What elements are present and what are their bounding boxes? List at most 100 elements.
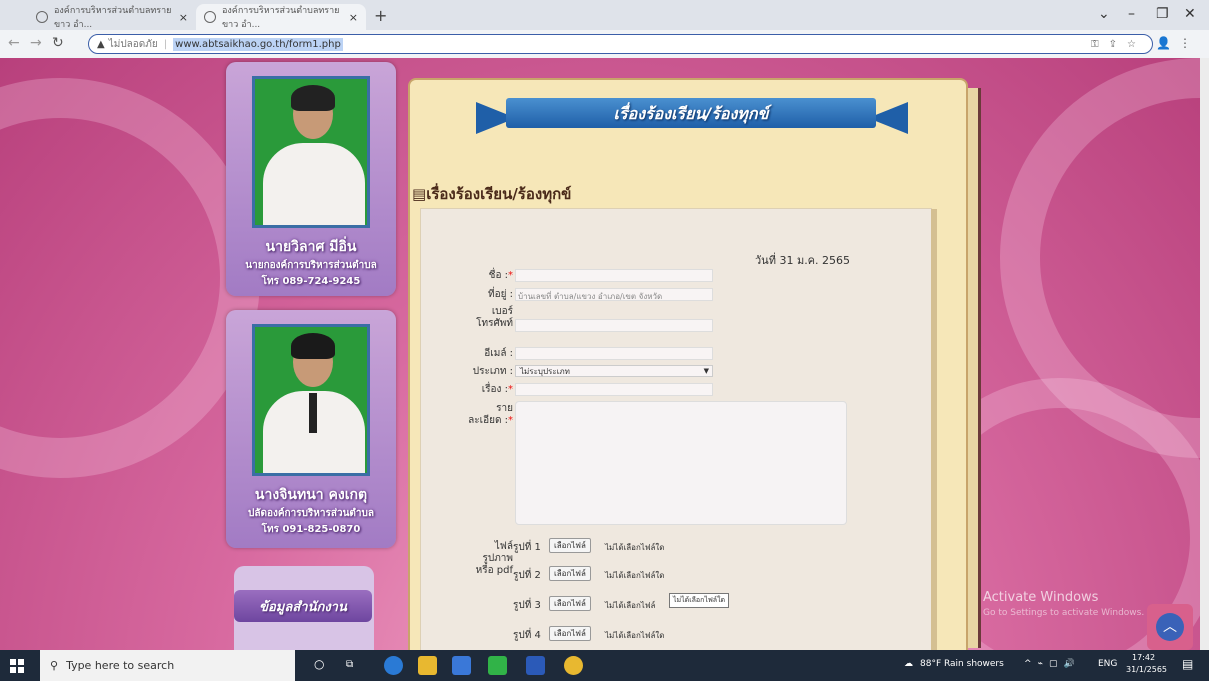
task-view-icon[interactable]: ⧉: [346, 659, 353, 670]
browser-tab-active[interactable]: องค์การบริหารส่วนตำบลทรายขาว อำ... ×: [196, 4, 366, 30]
email-label: อีเมล์ :: [484, 348, 513, 359]
official-card: นายวิลาศ มีอิ่น นายกองค์การบริหารส่วนตำบ…: [226, 62, 396, 296]
scroll-to-top-button[interactable]: ︿: [1147, 604, 1193, 650]
weather-text[interactable]: 88°F Rain showers: [920, 659, 1004, 669]
edge-icon[interactable]: [384, 656, 403, 675]
taskbar-search[interactable]: ⚲ Type here to search: [40, 650, 295, 681]
page-scrollbar[interactable]: [1200, 58, 1209, 650]
info-banner[interactable]: ข้อมูลสำนักงาน: [234, 590, 372, 622]
type-label: ประเภท :: [472, 366, 513, 377]
file-row-label: รูปที่ 1: [513, 542, 541, 553]
address-bar-row: ← → ↻ ▲ ไม่ปลอดภัย | www.abtsaikhao.go.t…: [0, 30, 1209, 59]
main-content: เรื่องร้องเรียน/ร้องทุกข์ ▤เรื่องร้องเรี…: [408, 78, 968, 650]
system-tray-icons[interactable]: ^⌁▢🔊: [1024, 659, 1081, 669]
official-phone: โทร 089-724-9245: [261, 276, 361, 287]
official-card: นางจินทนา คงเกตุ ปลัดองค์การบริหารส่วนตำ…: [226, 310, 396, 548]
omnibox[interactable]: ▲ ไม่ปลอดภัย | www.abtsaikhao.go.th/form…: [88, 34, 1153, 54]
search-placeholder: Type here to search: [66, 659, 175, 672]
minimize-icon[interactable]: –: [1128, 6, 1135, 22]
info-menu-card[interactable]: ข้อมูลสำนักงาน: [234, 566, 374, 650]
globe-icon: [204, 11, 216, 23]
phone-input[interactable]: [515, 319, 713, 332]
subject-input[interactable]: [515, 383, 713, 396]
clock-time[interactable]: 17:42: [1132, 653, 1155, 662]
official-photo: [252, 76, 370, 228]
complaint-form: วันที่ 31 ม.ค. 2565 ชื่อ :* ที่อยู่ : บ้…: [420, 208, 937, 650]
choose-file-button[interactable]: เลือกไฟล์: [549, 596, 591, 611]
ribbon-title: เรื่องร้องเรียน/ร้องทุกข์: [613, 104, 769, 123]
address-placeholder: บ้านเลขที่ ตำบล/แขวง อำเภอ/เขต จังหวัด: [518, 292, 663, 301]
activate-windows-watermark: Activate Windows: [983, 590, 1099, 605]
official-title: ปลัดองค์การบริหารส่วนตำบล: [247, 508, 375, 519]
word-icon[interactable]: [526, 656, 545, 675]
phone-label-line2: โทรศัพท์: [476, 318, 513, 329]
new-tab-button[interactable]: +: [374, 6, 387, 25]
activate-windows-subtext: Go to Settings to activate Windows.: [983, 608, 1145, 618]
windows-taskbar: ⚲ Type here to search ○ ⧉ ☁ 88°F Rain sh…: [0, 650, 1209, 681]
detail-textarea[interactable]: [515, 401, 847, 525]
title-ribbon: เรื่องร้องเรียน/ร้องทุกข์: [476, 94, 908, 134]
web-page: นายวิลาศ มีอิ่น นายกองค์การบริหารส่วนตำบ…: [0, 58, 1200, 650]
choose-file-button[interactable]: เลือกไฟล์: [549, 566, 591, 581]
language-indicator[interactable]: ENG: [1098, 659, 1117, 669]
close-tab-icon[interactable]: ×: [179, 11, 188, 24]
back-icon[interactable]: ←: [8, 35, 20, 51]
official-phone: โทร 091-825-0870: [261, 524, 361, 535]
file-status: ไม่ได้เลือกไฟล์ใด: [605, 571, 665, 580]
clock-date[interactable]: 31/1/2565: [1126, 665, 1167, 674]
official-photo: [252, 324, 370, 476]
detail-label-line2: ละเอียด :*: [468, 415, 513, 426]
omnibox-actions-icon[interactable]: ⚿⇪☆: [1091, 39, 1146, 50]
choose-file-button[interactable]: เลือกไฟล์: [549, 626, 591, 641]
cortana-icon[interactable]: ○: [314, 657, 324, 671]
chevron-up-icon: ︿: [1156, 613, 1184, 641]
maximize-icon[interactable]: ❐: [1156, 6, 1169, 22]
file-row-label: รูปที่ 4: [513, 630, 541, 641]
browser-tab-strip: องค์การบริหารส่วนตำบลทรายขาว อำ... × องค…: [0, 0, 1209, 30]
email-input[interactable]: [515, 347, 713, 360]
official-name: นางจินทนา คงเกตุ: [254, 487, 368, 503]
file-row-label: รูปที่ 3: [513, 600, 541, 611]
weather-icon[interactable]: ☁: [904, 659, 913, 669]
page-icon: ▤: [412, 185, 427, 203]
store-icon[interactable]: [452, 656, 471, 675]
file-row-label: รูปที่ 2: [513, 570, 541, 581]
chrome-icon[interactable]: [564, 656, 583, 675]
name-input[interactable]: [515, 269, 713, 282]
profile-menu-icon[interactable]: 👤⋮: [1156, 36, 1199, 50]
type-select[interactable]: ไม่ระบุประเภท ▼: [515, 365, 713, 377]
subject-label: เรื่อง :*: [481, 384, 513, 395]
official-name: นายวิลาศ มีอิ่น: [265, 239, 357, 255]
search-icon: ⚲: [50, 659, 59, 672]
file-tooltip: ไม่ได้เลือกไฟล์ใด: [669, 593, 730, 608]
url-text[interactable]: www.abtsaikhao.go.th/form1.php: [173, 37, 343, 51]
name-label: ชื่อ :*: [488, 270, 513, 281]
close-tab-icon[interactable]: ×: [349, 11, 358, 24]
warning-icon[interactable]: ▲: [97, 39, 105, 50]
file-status: ไม่ได้เลือกไฟล์ใด: [605, 631, 665, 640]
close-window-icon[interactable]: ✕: [1184, 6, 1196, 22]
forward-icon[interactable]: →: [30, 35, 42, 51]
file-status: ไม่ได้เลือกไฟล์ใด: [605, 543, 665, 552]
background-swirl: [0, 78, 260, 478]
tab-search-icon[interactable]: ⌄: [1098, 6, 1110, 22]
browser-tab[interactable]: องค์การบริหารส่วนตำบลทรายขาว อำ... ×: [28, 4, 196, 30]
insecure-label: ไม่ปลอดภัย: [108, 38, 158, 50]
file-status: ไม่ได้เลือกไฟล์: [605, 601, 656, 610]
notification-icon[interactable]: ▤: [1182, 657, 1193, 671]
address-label: ที่อยู่ :: [487, 289, 513, 300]
separator: |: [163, 38, 168, 50]
page-title: ▤เรื่องร้องเรียน/ร้องทุกข์: [412, 185, 572, 203]
reload-icon[interactable]: ↻: [52, 35, 64, 51]
chevron-down-icon: ▼: [703, 367, 709, 375]
windows-start-icon[interactable]: [10, 659, 24, 673]
file-explorer-icon[interactable]: [418, 656, 437, 675]
globe-icon: [36, 11, 48, 23]
sidebar: นายวิลาศ มีอิ่น นายกองค์การบริหารส่วนตำบ…: [226, 62, 398, 650]
line-icon[interactable]: [488, 656, 507, 675]
official-title: นายกองค์การบริหารส่วนตำบล: [245, 260, 377, 271]
tab-title: องค์การบริหารส่วนตำบลทรายขาว อำ...: [222, 6, 340, 30]
choose-file-button[interactable]: เลือกไฟล์: [549, 538, 591, 553]
type-select-value: ไม่ระบุประเภท: [520, 366, 570, 376]
file-label-line3: หรือ pdf: [475, 565, 513, 576]
